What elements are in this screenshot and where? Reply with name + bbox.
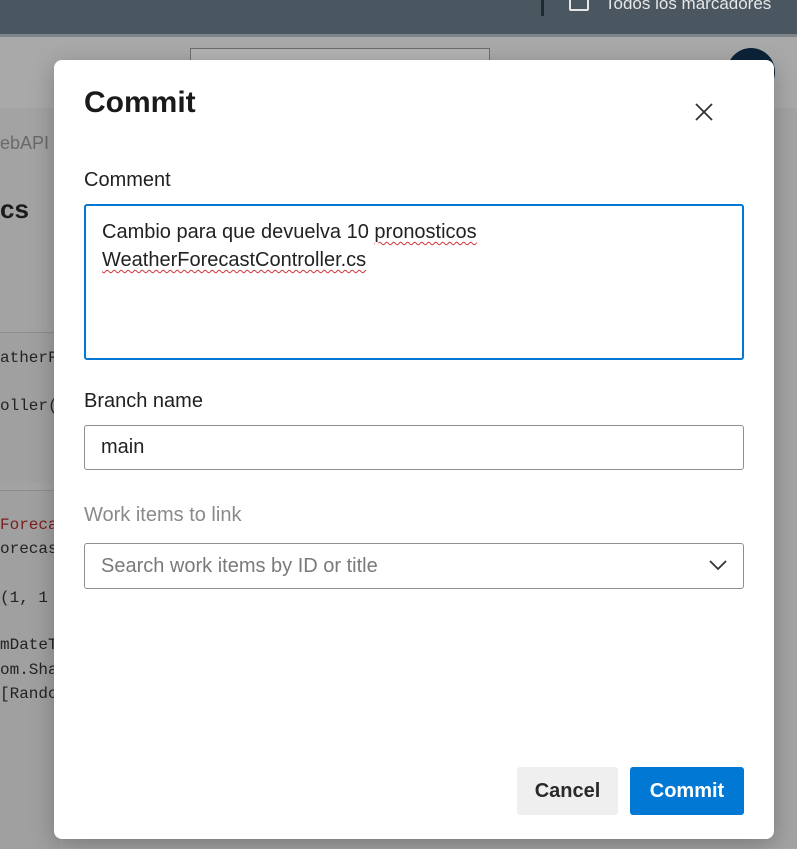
all-bookmarks-link[interactable]: Todos los marcadores xyxy=(605,0,771,14)
code-line: orecas xyxy=(0,540,58,558)
code-line: Foreca xyxy=(0,516,58,534)
work-items-placeholder: Search work items by ID or title xyxy=(101,555,378,577)
commit-dialog: Commit Comment Cambio para que devuelva … xyxy=(54,60,774,839)
misspelled-word: WeatherForecastController.cs xyxy=(102,249,367,271)
comment-label: Comment xyxy=(84,169,171,191)
branch-name-label: Branch name xyxy=(84,390,203,412)
close-icon xyxy=(695,103,713,121)
code-line: (1, 1 xyxy=(0,589,49,607)
page-title: cs xyxy=(0,194,29,224)
dialog-title: Commit xyxy=(84,86,196,119)
cancel-button[interactable]: Cancel xyxy=(517,767,618,815)
comment-textarea[interactable]: Cambio para que devuelva 10 pronosticos … xyxy=(84,204,744,360)
commit-button[interactable]: Commit xyxy=(630,767,744,815)
close-button[interactable] xyxy=(688,96,720,128)
breadcrumb: ebAPI xyxy=(0,133,50,153)
browser-bookmarks-bar: Todos los marcadores xyxy=(0,0,797,34)
code-line: mDateT xyxy=(0,636,58,654)
code-line: atherF xyxy=(0,349,58,367)
work-items-dropdown[interactable]: Search work items by ID or title xyxy=(84,543,744,589)
code-line: om.Sha xyxy=(0,661,58,679)
chevron-down-icon[interactable] xyxy=(709,558,727,572)
comment-text: Cambio para que devuelva 10 xyxy=(102,221,375,243)
code-line: [Rando xyxy=(0,685,58,703)
branch-name-input[interactable]: main xyxy=(84,425,744,470)
work-items-label: Work items to link xyxy=(84,504,242,526)
comment-line-2: WeatherForecastController.cs xyxy=(102,246,726,274)
toolbar-divider xyxy=(541,0,544,16)
code-line: oller( xyxy=(0,397,58,415)
misspelled-word: pronosticos xyxy=(374,221,477,243)
comment-line-1: Cambio para que devuelva 10 pronosticos xyxy=(102,218,726,246)
folder-icon[interactable] xyxy=(569,0,589,11)
